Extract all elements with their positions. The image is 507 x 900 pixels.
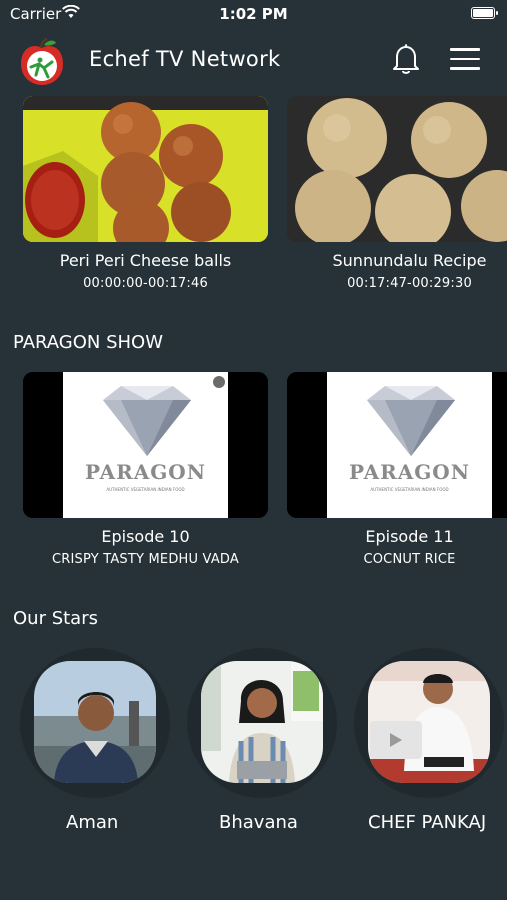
avatar	[368, 661, 490, 783]
section-title-paragon: PARAGON SHOW	[13, 332, 164, 353]
episode-thumbnail: PARAGON AUTHENTIC VEGETARIAN INDIAN FOOD	[23, 372, 268, 518]
app-title: Echef TV Network	[89, 47, 281, 71]
star-card[interactable]: CHEF PANKAJ	[354, 648, 504, 835]
status-bar: Carrier 1:02 PM	[0, 0, 507, 28]
section-title-stars: Our Stars	[13, 608, 98, 629]
episode-card[interactable]: PARAGON AUTHENTIC VEGETARIAN INDIAN FOOD…	[287, 372, 507, 567]
bell-icon[interactable]	[391, 43, 421, 75]
recipe-title: Peri Peri Cheese balls	[59, 251, 232, 270]
episode-card[interactable]: PARAGON AUTHENTIC VEGETARIAN INDIAN FOOD…	[23, 372, 268, 567]
paragon-logo-text: PARAGON	[84, 460, 207, 484]
star-avatar-ring	[187, 648, 337, 798]
content-scroll[interactable]: Peri Peri Cheese balls 00:00:00-00:17:46…	[0, 96, 507, 900]
episode-thumbnail: PARAGON AUTHENTIC VEGETARIAN INDIAN FOOD	[287, 372, 507, 518]
episode-title: Episode 10	[101, 527, 190, 546]
episode-subtitle: CRISPY TASTY MEDHU VADA	[51, 552, 239, 567]
recipe-title: Sunnundalu Recipe	[332, 251, 487, 270]
paragon-logo-text: PARAGON	[348, 460, 471, 484]
battery-icon	[471, 7, 498, 19]
episode-title: Episode 11	[365, 527, 454, 546]
recipe-thumbnail	[23, 96, 268, 242]
star-name: Aman	[66, 812, 119, 833]
clock: 1:02 PM	[219, 5, 288, 23]
avatar	[34, 661, 156, 783]
star-card[interactable]: Bhavana	[187, 648, 337, 835]
recipe-timestamp: 00:00:00-00:17:46	[83, 276, 208, 291]
recipe-timestamp: 00:17:47-00:29:30	[347, 276, 472, 291]
app-header: Echef TV Network	[0, 30, 507, 94]
recipe-thumbnail	[287, 96, 507, 242]
star-name: CHEF PANKAJ	[368, 812, 487, 833]
episode-subtitle: COCNUT RICE	[363, 552, 456, 567]
echef-logo-icon[interactable]	[17, 37, 67, 87]
star-avatar-ring	[354, 648, 504, 798]
star-card[interactable]: Aman	[20, 648, 170, 835]
avatar	[201, 661, 323, 783]
paragon-tagline: AUTHENTIC VEGETARIAN INDIAN FOOD	[106, 487, 185, 492]
star-name: Bhavana	[219, 812, 298, 833]
hamburger-menu-icon[interactable]	[450, 48, 480, 72]
recipe-card[interactable]: Sunnundalu Recipe 00:17:47-00:29:30	[287, 96, 507, 291]
paragon-tagline: AUTHENTIC VEGETARIAN INDIAN FOOD	[370, 487, 449, 492]
recipe-card[interactable]: Peri Peri Cheese balls 00:00:00-00:17:46	[23, 96, 268, 291]
star-avatar-ring	[20, 648, 170, 798]
